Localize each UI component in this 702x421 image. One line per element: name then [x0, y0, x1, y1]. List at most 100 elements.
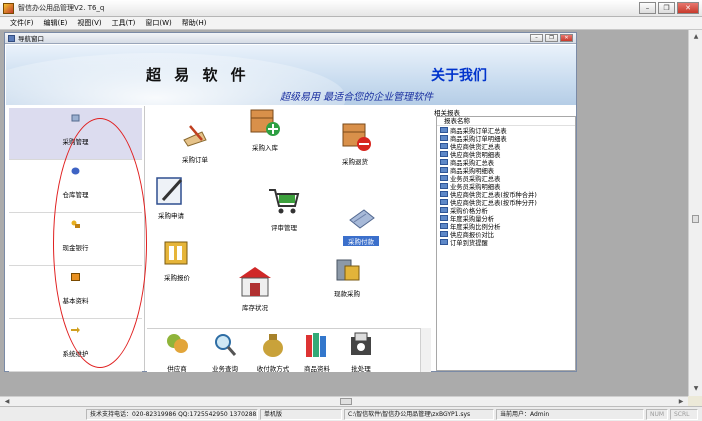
menu-file[interactable]: 文件(F)	[10, 18, 34, 28]
function-label: 采购报价	[164, 274, 190, 282]
num-lock-indicator: NUM	[646, 409, 668, 420]
shortcut-payment-method[interactable]: 收付款方式	[253, 331, 293, 372]
purchase-request-button[interactable]: 采购申请	[151, 176, 191, 220]
report-icon	[440, 167, 448, 173]
scroll-right-icon[interactable]: ▶	[676, 397, 686, 406]
child-restore-button[interactable]: ❐	[545, 34, 558, 42]
function-label-selected: 采购付款	[343, 236, 379, 246]
about-us-link[interactable]: 关于我们	[431, 65, 487, 85]
current-user: 当前用户：Admin	[496, 409, 644, 420]
shortcut-label: 供应商	[167, 365, 187, 372]
status-bar: 技术支持电话：020-82319986 QQ:1725542950 137028…	[0, 406, 702, 421]
shortcut-business-query[interactable]: 业务查询	[205, 331, 245, 372]
report-item[interactable]: 订单到货提醒	[437, 238, 575, 247]
report-label: 订单到货提醒	[450, 239, 488, 247]
money-bag-icon	[263, 334, 283, 357]
shortcut-product-data[interactable]: 商品资料	[297, 331, 337, 372]
function-label: 采购申请	[158, 212, 184, 220]
navigation-window-title-bar: 导航窗口 – ❐ ✕	[5, 33, 576, 44]
function-label: 评审管理	[271, 224, 297, 232]
function-label: 采购入库	[252, 144, 278, 152]
shopping-cart-icon	[269, 189, 300, 214]
window-title: 智信办公用品管理V2. T6_q	[18, 4, 105, 12]
minimize-button[interactable]: –	[639, 2, 656, 14]
menu-help[interactable]: 帮助(H)	[182, 18, 207, 28]
cash-purchase-icon	[336, 259, 360, 281]
report-icon	[440, 231, 448, 237]
scroll-up-icon[interactable]: ▲	[691, 32, 701, 42]
vertical-scrollbar[interactable]: ▲ ▼	[688, 30, 702, 396]
report-icon	[440, 191, 448, 197]
purchase-request-icon	[156, 177, 183, 205]
navigation-window-icon	[8, 34, 15, 42]
report-icon	[440, 175, 448, 181]
shortcut-scrollbar[interactable]	[420, 328, 431, 372]
magnifier-icon	[215, 334, 237, 356]
edition-label: 单机版	[260, 409, 342, 420]
menu-edit[interactable]: 编辑(E)	[44, 18, 68, 28]
title-bar: 智信办公用品管理V2. T6_q – ❐ ✕	[0, 0, 702, 17]
shortcut-supplier[interactable]: 供应商	[157, 331, 197, 372]
database-path: C:\智信软件\智信办公用品管理\zxBGYP1.sys	[344, 409, 494, 420]
report-icon	[440, 207, 448, 213]
payment-card-icon	[349, 209, 375, 229]
purchase-inbound-button[interactable]: 采购入库	[243, 106, 287, 152]
scroll-left-icon[interactable]: ◀	[2, 397, 12, 406]
shortcut-batch[interactable]: 批处理	[341, 331, 381, 372]
purchase-order-icon	[183, 125, 207, 147]
report-icon	[440, 183, 448, 189]
brand-title: 超 易 软 件	[146, 66, 250, 84]
purchase-return-icon	[342, 123, 371, 151]
child-minimize-button[interactable]: –	[530, 34, 543, 42]
slogan: 超级易用 最适合您的企业管理软件	[280, 92, 434, 103]
report-icon	[440, 151, 448, 157]
scroll-thumb[interactable]	[692, 215, 699, 223]
close-button[interactable]: ✕	[677, 2, 699, 14]
review-management-button[interactable]: 评审管理	[262, 186, 306, 232]
batch-icon	[351, 332, 371, 355]
purchase-quote-button[interactable]: 采购报价	[157, 238, 197, 282]
report-icon	[440, 159, 448, 165]
menu-view[interactable]: 视图(V)	[77, 18, 101, 28]
function-area: 采购订单 采购入库 采购退货 采购申请 评审管理 采购付款 采购报价 库存状况 …	[147, 106, 433, 326]
report-icon	[440, 143, 448, 149]
horizontal-scrollbar[interactable]: ◀ ▶	[0, 396, 688, 406]
report-icon	[440, 223, 448, 229]
warehouse-building-icon	[239, 267, 271, 297]
menu-window[interactable]: 窗口(W)	[145, 18, 171, 28]
purchase-quote-icon	[164, 241, 188, 265]
shortcut-label: 业务查询	[212, 365, 238, 372]
shortcut-label: 收付款方式	[256, 365, 290, 372]
report-icon	[440, 127, 448, 133]
shortcut-band: 供应商 业务查询 收付款方式 商品资料 批处理	[147, 328, 420, 372]
function-label: 采购退货	[342, 158, 368, 166]
function-label: 现款采购	[334, 290, 360, 298]
hscroll-thumb[interactable]	[340, 398, 352, 405]
child-close-button[interactable]: ✕	[560, 34, 573, 42]
purchase-payment-button[interactable]: 采购付款	[343, 206, 379, 246]
report-icon	[440, 199, 448, 205]
support-info: 技术支持电话：020-82319986 QQ:1725542950 137028…	[86, 409, 258, 420]
purchase-order-button[interactable]: 采购订单	[175, 120, 215, 164]
menu-tools[interactable]: 工具(T)	[112, 18, 136, 28]
scroll-lock-indicator: SCRL	[670, 409, 698, 420]
navigation-window-title: 导航窗口	[18, 35, 44, 43]
annotation-oval	[53, 118, 147, 368]
menu-bar: 文件(F) 编辑(E) 视图(V) 工具(T) 窗口(W) 帮助(H)	[0, 17, 702, 30]
restore-button[interactable]: ❐	[658, 2, 675, 14]
function-label: 采购订单	[182, 156, 208, 164]
purchase-inbound-icon	[250, 109, 280, 136]
report-icon	[440, 215, 448, 221]
supplier-icon	[167, 334, 188, 353]
function-label: 库存状况	[242, 304, 268, 312]
scroll-down-icon[interactable]: ▼	[691, 384, 701, 394]
report-icon	[440, 239, 448, 245]
purchase-return-button[interactable]: 采购退货	[333, 120, 377, 166]
shortcut-label: 商品资料	[304, 365, 330, 372]
app-logo-icon	[3, 2, 14, 14]
cash-purchase-button[interactable]: 现款采购	[327, 254, 367, 298]
report-icon	[440, 135, 448, 141]
stock-status-button[interactable]: 库存状况	[233, 264, 277, 312]
banner: 超 易 软 件 关于我们 超级易用 最适合您的企业管理软件	[6, 45, 576, 105]
books-icon	[306, 333, 326, 357]
